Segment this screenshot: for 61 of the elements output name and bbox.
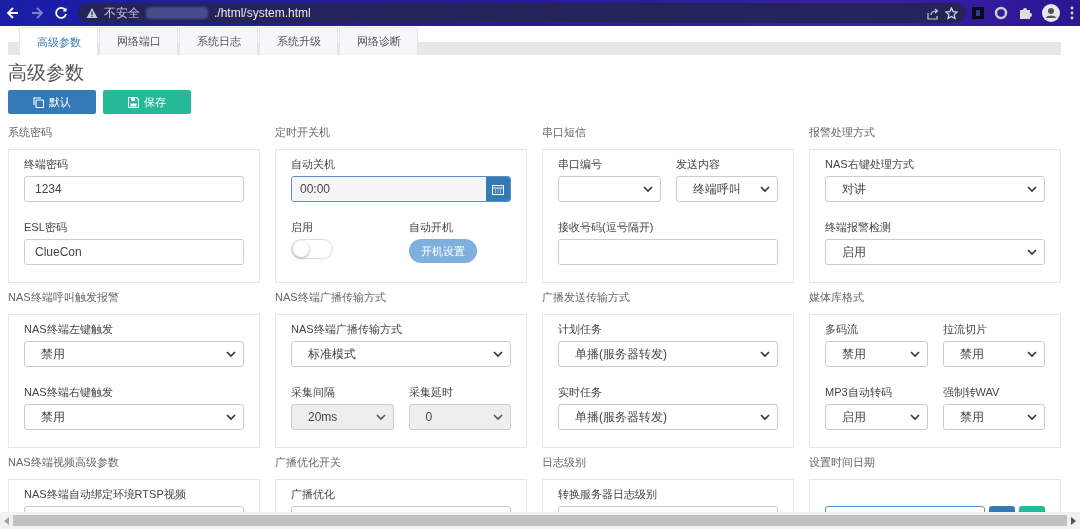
- select-field[interactable]: 单播(服务器转发): [558, 341, 778, 367]
- section-heading: 设置时间日期: [809, 455, 876, 470]
- section-heading: NAS终端广播传输方式: [275, 290, 387, 305]
- field-label: 终端密码: [24, 157, 69, 172]
- field-label: 广播优化: [291, 487, 336, 502]
- select-field[interactable]: 终端呼叫: [675, 176, 778, 202]
- tab[interactable]: 系统升级: [259, 27, 338, 55]
- time-field[interactable]: 00:00: [291, 176, 511, 202]
- section-heading: 媒体库格式: [809, 290, 865, 305]
- field-label: 拉流切片: [942, 322, 988, 337]
- section-heading: 定时开关机: [275, 125, 331, 140]
- field-label: ESL密码: [24, 220, 68, 235]
- security-label: 不安全: [104, 4, 140, 22]
- select-field[interactable]: 启用: [825, 404, 928, 430]
- tab[interactable]: 网络端口: [99, 27, 178, 55]
- default-button[interactable]: 默认: [8, 90, 96, 114]
- select-field[interactable]: 对讲: [825, 176, 1045, 202]
- section-heading: 报警处理方式: [809, 125, 876, 140]
- select-field[interactable]: 禁用: [24, 404, 244, 430]
- tab[interactable]: 网络诊断: [339, 27, 418, 55]
- select-field[interactable]: 标准模式: [291, 341, 511, 367]
- field-label: NAS终端广播传输方式: [291, 322, 403, 337]
- section-heading: 广播优化开关: [275, 455, 342, 470]
- field-label: 发送内容: [675, 157, 721, 172]
- field-label: 串口编号: [558, 157, 603, 172]
- field-label: 自动关机: [291, 157, 336, 172]
- field-label: 实时任务: [558, 385, 603, 400]
- select-field[interactable]: 启用: [825, 239, 1045, 265]
- text-field[interactable]: ClueCon: [24, 239, 244, 265]
- section-heading: 串口短信: [542, 125, 587, 140]
- field-label: 接收号码(逗号隔开): [558, 220, 655, 235]
- select-field[interactable]: 单播(服务器转发): [558, 404, 778, 430]
- field-label: 自动开机: [408, 220, 454, 235]
- tab[interactable]: 系统日志: [179, 27, 258, 55]
- url-text: ./html/system.html: [214, 6, 311, 20]
- field-label: 采集间隔: [291, 385, 336, 400]
- field-label: NAS终端左键触发: [24, 322, 114, 337]
- field-label: 启用: [291, 220, 314, 235]
- field-label: 强制转WAV: [942, 385, 1001, 400]
- section-heading: NAS终端呼叫触发报警: [8, 290, 120, 305]
- tab[interactable]: 高级参数: [19, 27, 98, 56]
- field-label: 终端报警检测: [825, 220, 892, 235]
- field-label: NAS右键处理方式: [825, 157, 915, 172]
- section-heading: 系统密码: [8, 125, 53, 140]
- select-field[interactable]: 禁用: [24, 341, 244, 367]
- field-label: NAS终端自动绑定环境RTSP视频: [24, 487, 187, 502]
- section-heading: NAS终端视频高级参数: [8, 455, 120, 470]
- field-label: 采集延时: [408, 385, 454, 400]
- section-heading: 广播发送传输方式: [542, 290, 631, 305]
- text-field[interactable]: 1234: [24, 176, 244, 202]
- select-field[interactable]: 禁用: [942, 404, 1045, 430]
- field-label: 转换服务器日志级别: [558, 487, 658, 502]
- field-label: 多码流: [825, 322, 859, 337]
- field-label: 计划任务: [558, 322, 603, 337]
- select-field[interactable]: 禁用: [825, 341, 928, 367]
- page-title: 高级参数: [8, 61, 85, 85]
- select-field[interactable]: 禁用: [942, 341, 1045, 367]
- field-label: MP3自动转码: [825, 385, 893, 400]
- address-bar[interactable]: 不安全 ./html/system.html: [78, 3, 966, 23]
- field-label: NAS终端右键触发: [24, 385, 114, 400]
- section-heading: 日志级别: [542, 455, 587, 470]
